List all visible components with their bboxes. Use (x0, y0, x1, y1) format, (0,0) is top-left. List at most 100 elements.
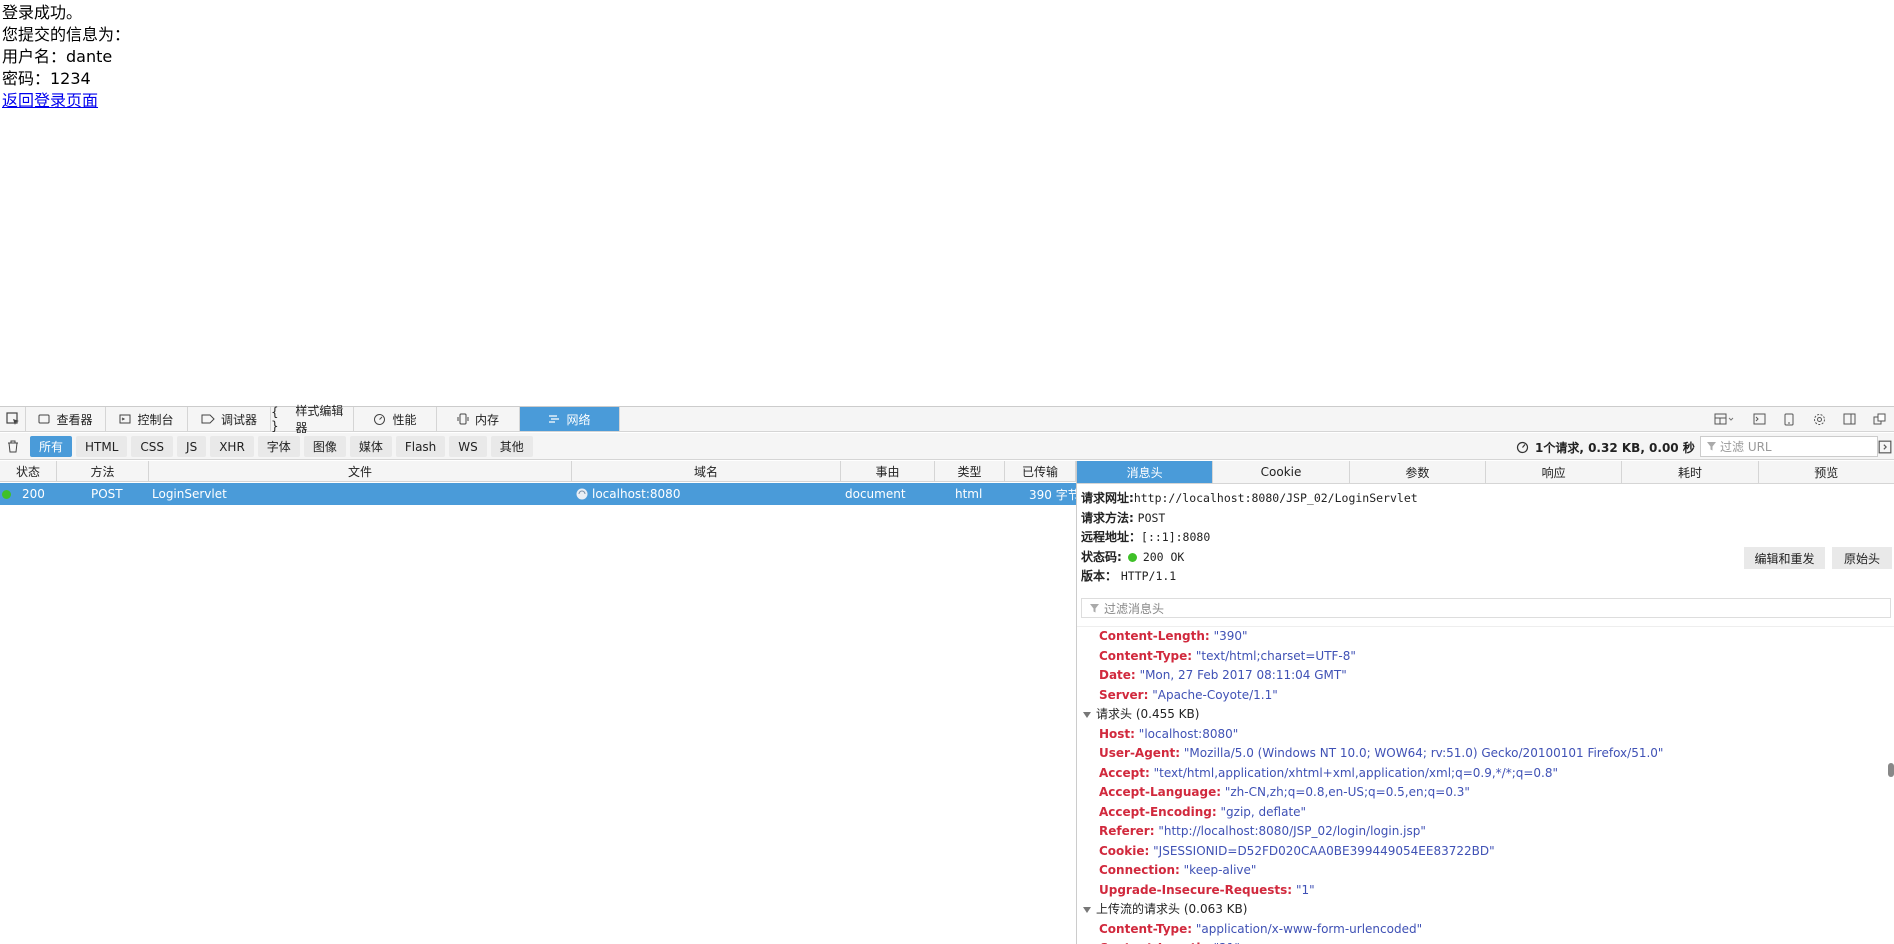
request-table-header: 状态 方法 文件 域名 事由 类型 已传输 (0, 461, 1076, 482)
col-status[interactable]: 状态 (0, 461, 57, 482)
col-method[interactable]: 方法 (57, 461, 149, 482)
request-url-label: 请求网址: (1081, 491, 1134, 505)
header-row: Content-Type: "text/html;charset=UTF-8" (1077, 647, 1894, 667)
toggle-details-icon[interactable] (1878, 440, 1892, 454)
details-tabs: 消息头 Cookie 参数 响应 耗时 预览 (1077, 461, 1894, 484)
remote-address-label: 远程地址： (1081, 530, 1141, 544)
tab-debugger[interactable]: 调试器 (188, 407, 271, 431)
tab-headers[interactable]: 消息头 (1077, 461, 1213, 483)
request-headers-toggle[interactable]: 请求头 (0.455 KB) (1077, 705, 1894, 725)
header-name: Accept-Language: (1099, 785, 1221, 799)
responsive-mode-button[interactable] (1774, 407, 1804, 431)
type-filter-buttons: 所有 HTML CSS JS XHR 字体 图像 媒体 Flash WS 其他 (30, 436, 533, 457)
dock-side-button[interactable] (1834, 407, 1864, 431)
http-version: HTTP/1.1 (1121, 569, 1176, 583)
col-cause[interactable]: 事由 (841, 461, 935, 482)
headers-list: Content-Length: "390"Content-Type: "text… (1077, 621, 1894, 944)
filter-url-input[interactable]: 过滤 URL (1700, 436, 1878, 457)
col-domain[interactable]: 域名 (572, 461, 841, 482)
tab-cookies[interactable]: Cookie (1213, 461, 1349, 483)
phone-icon (1784, 413, 1794, 426)
filter-ws[interactable]: WS (449, 436, 486, 457)
header-row: Content-Length: "390" (1077, 627, 1894, 647)
frame-select-button[interactable] (1704, 407, 1744, 431)
raw-headers-button[interactable]: 原始头 (1832, 547, 1892, 569)
tab-inspector[interactable]: 查看器 (26, 407, 106, 431)
request-summary-info: 请求网址:http://localhost:8080/JSP_02/LoginS… (1081, 489, 1418, 587)
header-name: Content-Type: (1099, 649, 1192, 663)
devtools-toolbar-right (1704, 407, 1894, 431)
header-name: Accept-Encoding: (1099, 805, 1217, 819)
scrollbar-thumb[interactable] (1888, 763, 1894, 777)
collapse-triangle-icon (1083, 907, 1091, 913)
clear-button[interactable] (4, 437, 22, 455)
header-value: "http://localhost:8080/JSP_02/login/logi… (1158, 824, 1426, 838)
trash-icon (7, 440, 19, 453)
header-value: "text/html,application/xhtml+xml,applica… (1154, 766, 1558, 780)
header-name: Connection: (1099, 863, 1180, 877)
header-value: "JSESSIONID=D52FD020CAA0BE399449054EE837… (1153, 844, 1494, 858)
header-row: User-Agent: "Mozilla/5.0 (Windows NT 10.… (1077, 744, 1894, 764)
filter-images[interactable]: 图像 (304, 436, 346, 457)
edit-resend-button[interactable]: 编辑和重发 (1744, 547, 1825, 569)
col-transferred[interactable]: 已传输 (1005, 461, 1076, 482)
reload-gauge-icon (1516, 441, 1529, 454)
password-line: 密码：1234 (2, 68, 1892, 90)
table-row[interactable]: 200 POST LoginServlet localhost:8080 doc… (0, 483, 1076, 505)
col-type[interactable]: 类型 (935, 461, 1005, 482)
settings-button[interactable] (1804, 407, 1834, 431)
tab-response[interactable]: 响应 (1486, 461, 1622, 483)
filter-headers-input[interactable]: 过滤消息头 (1081, 598, 1891, 618)
tab-timings[interactable]: 耗时 (1622, 461, 1758, 483)
tab-memory[interactable]: 内存 (437, 407, 520, 431)
frame-icon (1714, 413, 1734, 425)
col-file[interactable]: 文件 (149, 461, 572, 482)
header-row: Content-Length: "21" (1077, 939, 1894, 944)
undock-button[interactable] (1864, 407, 1894, 431)
devtools-tabbar: 查看器 控制台 调试器 { } 样式编辑器 性能 内存 网络 (0, 407, 1894, 432)
filter-other[interactable]: 其他 (491, 436, 533, 457)
tab-network[interactable]: 网络 (520, 407, 620, 431)
scratchpad-button[interactable] (1744, 407, 1774, 431)
gauge-icon (373, 413, 386, 426)
header-row: Content-Type: "application/x-www-form-ur… (1077, 920, 1894, 940)
tab-console[interactable]: 控制台 (106, 407, 188, 431)
tab-preview[interactable]: 预览 (1759, 461, 1894, 483)
request-details-pane: 消息头 Cookie 参数 响应 耗时 预览 请求网址:http://local… (1076, 461, 1894, 944)
debugger-icon (201, 413, 215, 425)
header-row: Cookie: "JSESSIONID=D52FD020CAA0BE399449… (1077, 842, 1894, 862)
header-row: Accept: "text/html,application/xhtml+xml… (1077, 764, 1894, 784)
tab-style-editor[interactable]: { } 样式编辑器 (271, 407, 354, 431)
header-value: "keep-alive" (1184, 863, 1257, 877)
filter-headers-placeholder: 过滤消息头 (1104, 600, 1164, 617)
tab-performance[interactable]: 性能 (354, 407, 437, 431)
picker-icon (6, 412, 20, 426)
header-value: "zh-CN,zh;q=0.8,en-US;q=0.5,en;q=0.3" (1225, 785, 1470, 799)
back-to-login-link[interactable]: 返回登录页面 (2, 91, 98, 110)
tab-console-label: 控制台 (137, 411, 173, 428)
header-name: Accept: (1099, 766, 1150, 780)
filter-html[interactable]: HTML (76, 436, 127, 457)
element-picker-button[interactable] (0, 407, 26, 431)
header-name: Date: (1099, 668, 1136, 682)
response-headers: Content-Length: "390"Content-Type: "text… (1077, 627, 1894, 705)
filter-js[interactable]: JS (177, 436, 206, 457)
filter-xhr[interactable]: XHR (210, 436, 254, 457)
header-name: Host: (1099, 727, 1135, 741)
filter-css[interactable]: CSS (131, 436, 173, 457)
filter-media[interactable]: 媒体 (350, 436, 392, 457)
header-row: Server: "Apache-Coyote/1.1" (1077, 686, 1894, 706)
upload-headers: Content-Type: "application/x-www-form-ur… (1077, 920, 1894, 944)
globe-icon (576, 488, 588, 500)
header-value: "text/html;charset=UTF-8" (1196, 649, 1356, 663)
filter-flash[interactable]: Flash (396, 436, 445, 457)
filter-fonts[interactable]: 字体 (258, 436, 300, 457)
login-success-text: 登录成功。 (2, 2, 1892, 24)
dock-side-icon (1843, 413, 1856, 425)
header-row: Host: "localhost:8080" (1077, 725, 1894, 745)
request-method: POST (1138, 511, 1166, 525)
tab-params[interactable]: 参数 (1350, 461, 1486, 483)
filter-all[interactable]: 所有 (30, 436, 72, 457)
upload-headers-toggle[interactable]: 上传流的请求头 (0.063 KB) (1077, 900, 1894, 920)
header-row: Accept-Language: "zh-CN,zh;q=0.8,en-US;q… (1077, 783, 1894, 803)
